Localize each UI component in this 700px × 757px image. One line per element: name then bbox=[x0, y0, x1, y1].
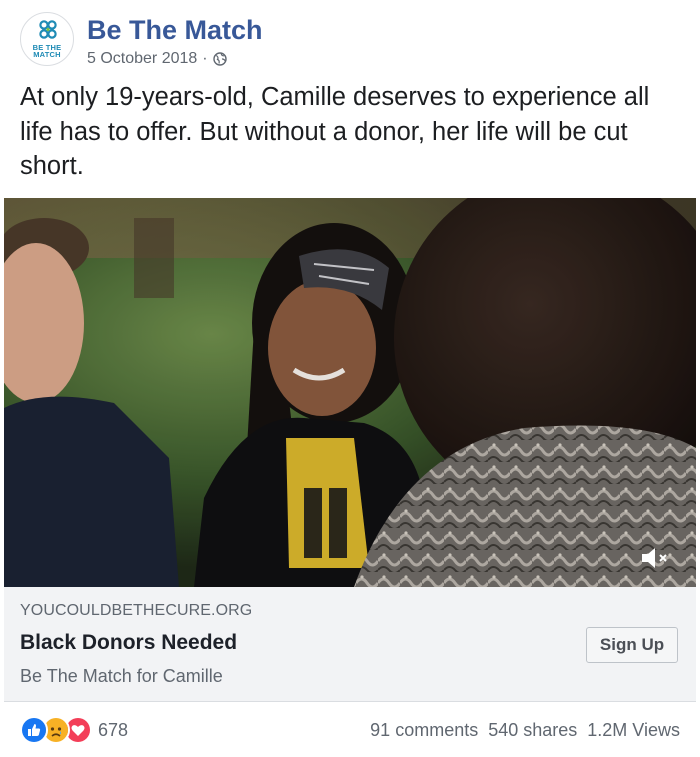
views-count[interactable]: 1.2M Views bbox=[587, 720, 680, 741]
speaker-muted-icon[interactable] bbox=[640, 545, 670, 571]
sign-up-button[interactable]: Sign Up bbox=[586, 627, 678, 663]
post-footer: 678 91 comments 540 shares 1.2M Views bbox=[20, 712, 680, 748]
shares-count[interactable]: 540 shares bbox=[488, 720, 577, 741]
engagement-stats: 91 comments 540 shares 1.2M Views bbox=[370, 720, 680, 741]
reaction-count[interactable]: 678 bbox=[98, 720, 128, 741]
like-icon bbox=[20, 716, 48, 744]
link-description: Be The Match for Camille bbox=[20, 666, 223, 686]
be-the-match-logo-icon bbox=[39, 20, 57, 39]
post-message: At only 19-years-old, Camille deserves t… bbox=[20, 83, 650, 180]
facebook-post: BE THE MATCH Be The Match 5 October 2018… bbox=[0, 0, 700, 757]
meta-separator: · bbox=[202, 50, 208, 67]
comments-count[interactable]: 91 comments bbox=[370, 720, 478, 741]
post-meta: 5 October 2018 · bbox=[87, 50, 227, 68]
link-title[interactable]: Black Donors Needed bbox=[20, 631, 237, 655]
logo-text-line-2: MATCH bbox=[33, 50, 61, 59]
link-domain: YOUCOULDBETHECURE.ORG bbox=[20, 602, 253, 619]
page-avatar[interactable]: BE THE MATCH bbox=[20, 12, 74, 66]
reactions-summary[interactable]: 678 bbox=[20, 716, 128, 744]
video-frame bbox=[4, 198, 696, 587]
video-player[interactable] bbox=[4, 198, 696, 587]
post-header: BE THE MATCH Be The Match 5 October 2018… bbox=[20, 12, 680, 68]
page-name-link[interactable]: Be The Match bbox=[87, 15, 263, 46]
link-preview[interactable]: YOUCOULDBETHECURE.ORG Black Donors Neede… bbox=[4, 587, 696, 702]
globe-icon[interactable] bbox=[212, 52, 227, 66]
post-date[interactable]: 5 October 2018 bbox=[87, 50, 197, 68]
